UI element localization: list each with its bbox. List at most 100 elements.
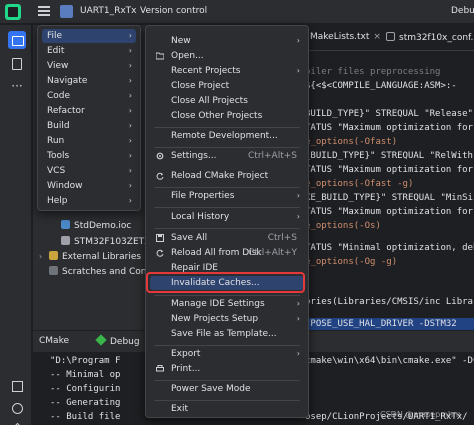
menu-item-save-as-template[interactable]: Save File as Template...: [150, 327, 304, 341]
code-line: BUILD_TYPE}" STREQUAL "Release"): [305, 109, 474, 119]
tree-item-external-libraries[interactable]: › External Libraries: [39, 251, 141, 265]
save-icon: [156, 234, 164, 242]
project-folder-icon[interactable]: [8, 31, 26, 49]
code-line: TATUS "Maximum optimization for sp: [305, 165, 474, 175]
console-line: "D:\Program F: [50, 356, 121, 366]
menu-item-reload-all[interactable]: Reload All from Disk Ctrl+Alt+Y: [150, 246, 304, 260]
menu-item-close-all-projects[interactable]: Close All Projects: [150, 94, 304, 108]
main-menu-popup: File › Edit › View › Navigate › Code › Refact…: [37, 25, 141, 211]
code-line: TATUS "Minimal optimization, debug: [305, 243, 474, 253]
tree-item-ioc[interactable]: StdDemo.ioc: [61, 220, 131, 234]
menu-item-new[interactable]: New ›: [150, 34, 304, 48]
services-icon[interactable]: [8, 421, 26, 425]
chevron-right-icon: ›: [296, 66, 300, 75]
project-name[interactable]: UART1_RxTx: [80, 6, 136, 16]
tab-cmakelists[interactable]: MakeLists.txt ×: [310, 32, 381, 42]
more-tools-icon[interactable]: ···: [8, 79, 26, 97]
tab-stm32-conf[interactable]: stm32f10x_conf.h: [386, 32, 474, 43]
chevron-right-icon: ›: [128, 61, 132, 70]
folder-icon: [156, 52, 164, 60]
code-line: TATUS "Maximum optimization for si: [305, 207, 474, 217]
menu-item-power-save-mode[interactable]: Power Save Mode: [150, 382, 304, 396]
project-badge-icon: [60, 5, 73, 18]
menu-separator: [154, 187, 300, 188]
menu-item-export[interactable]: Export ›: [150, 347, 304, 361]
menu-item-new-projects-setup[interactable]: New Projects Setup ›: [150, 312, 304, 326]
file-icon: [61, 236, 70, 245]
chevron-right-icon: ›: [128, 31, 132, 40]
run-config-debug[interactable]: Debug: [451, 6, 474, 16]
main-menu-icon[interactable]: [38, 6, 50, 17]
menu-item-recent-projects[interactable]: Recent Projects ›: [150, 64, 304, 78]
tab-debug[interactable]: Debug: [95, 334, 140, 347]
tab-cmake[interactable]: CMake: [39, 336, 69, 346]
menu-item-save-all[interactable]: Save All Ctrl+S: [150, 231, 304, 245]
terminal-icon[interactable]: [8, 377, 26, 395]
code-line: KE_BUILD_TYPE}" STREQUAL "MinSize: [305, 193, 474, 203]
menu-code[interactable]: Code ›: [42, 89, 136, 103]
close-icon[interactable]: ×: [373, 32, 381, 42]
chevron-right-icon: ›: [128, 91, 132, 100]
code-line: _BUILD_TYPE}" STREQUAL "RelWith: [305, 151, 473, 161]
chevron-right-icon: ›: [128, 196, 132, 205]
chevron-right-icon: ›: [128, 76, 132, 85]
menu-edit[interactable]: Edit ›: [42, 44, 136, 58]
code-line: e_options(-Ofast): [305, 137, 398, 147]
menu-tools[interactable]: Tools ›: [42, 149, 136, 163]
watermark: CSDN @masepmhm: [380, 410, 461, 419]
menu-item-print[interactable]: Print...: [150, 362, 304, 376]
structure-icon[interactable]: [8, 55, 26, 73]
menu-run[interactable]: Run ›: [42, 134, 136, 148]
menu-item-close-other-projects[interactable]: Close Other Projects: [150, 109, 304, 123]
problems-icon[interactable]: [8, 399, 26, 417]
chevron-right-icon: ›: [296, 299, 300, 308]
file-submenu: New › Open... Recent Projects › Close Proj…: [145, 25, 309, 418]
chevron-right-icon: ›: [296, 212, 300, 221]
menu-window[interactable]: Window ›: [42, 179, 136, 193]
chevron-right-icon: ›: [128, 106, 132, 115]
editor-tab-bar: MakeLists.txt × stm32f10x_conf.h: [300, 25, 474, 51]
code-line: ${<$<COMPILE_LANGUAGE:ASM>:-: [305, 81, 457, 91]
menu-item-exit[interactable]: Exit: [150, 402, 304, 416]
chevron-right-icon: ›: [128, 46, 132, 55]
reload-icon: [156, 172, 164, 180]
menu-item-open[interactable]: Open...: [150, 49, 304, 63]
version-control-widget[interactable]: Version control: [140, 6, 207, 16]
menu-separator: [154, 207, 300, 208]
ioc-file-icon: [61, 220, 70, 229]
console-line: -- Minimal op: [50, 370, 121, 380]
debug-icon: [95, 334, 107, 346]
menu-item-file-properties[interactable]: File Properties ›: [150, 189, 304, 203]
reload-icon: [156, 249, 164, 257]
console-line: -- Build file: [50, 412, 121, 422]
menu-item-manage-ide-settings[interactable]: Manage IDE Settings ›: [150, 297, 304, 311]
menu-separator: [154, 295, 300, 296]
menu-separator: [154, 400, 300, 401]
menu-view[interactable]: View ›: [42, 59, 136, 73]
menu-navigate[interactable]: Navigate ›: [42, 74, 136, 88]
menu-vcs[interactable]: VCS ›: [42, 164, 136, 178]
menu-help[interactable]: Help ›: [42, 194, 136, 208]
chevron-right-icon: ›: [39, 252, 43, 261]
chevron-right-icon: ›: [128, 166, 132, 175]
menu-item-remote-development[interactable]: Remote Development...: [150, 129, 304, 143]
menu-separator: [154, 345, 300, 346]
library-icon: [49, 251, 58, 260]
menu-item-settings[interactable]: Settings... Ctrl+Alt+S: [150, 149, 304, 163]
menu-separator: [154, 228, 300, 229]
console-line: -- Configurin: [50, 384, 121, 394]
menu-separator: [154, 380, 300, 381]
chevron-right-icon: ›: [128, 151, 132, 160]
console-line: cmake\win\x64\bin\cmake.exe" -DCM: [305, 356, 474, 366]
menu-item-close-project[interactable]: Close Project: [150, 79, 304, 93]
menu-separator: [154, 147, 300, 148]
highlight-outline: [146, 272, 305, 293]
menu-item-local-history[interactable]: Local History ›: [150, 210, 304, 224]
chevron-right-icon: ›: [296, 191, 300, 200]
menu-refactor[interactable]: Refactor ›: [42, 104, 136, 118]
clion-logo-icon: [5, 4, 21, 20]
menu-build[interactable]: Build ›: [42, 119, 136, 133]
menu-file[interactable]: File ›: [42, 29, 136, 43]
chevron-right-icon: ›: [128, 181, 132, 190]
menu-item-reload-cmake[interactable]: Reload CMake Project: [150, 169, 304, 183]
